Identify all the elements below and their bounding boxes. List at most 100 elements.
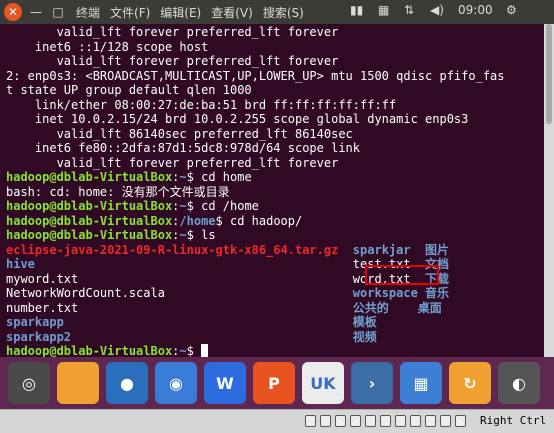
wps-writer-icon[interactable]: W <box>204 362 246 404</box>
scrollbar-thumb[interactable] <box>546 24 552 124</box>
power-gear-icon[interactable]: ⚙ <box>506 3 517 17</box>
network-icon[interactable]: ⇅ <box>404 3 414 17</box>
terminal-line: hadoop@dblab-VirtualBox:~$ cd home <box>6 170 252 185</box>
ubuntu-logo-icon[interactable]: ◎ <box>8 362 50 404</box>
display-icon[interactable] <box>395 415 406 427</box>
terminal-text: $ cd home <box>186 170 252 184</box>
network-adapter-icon[interactable] <box>350 415 361 427</box>
audio-icon[interactable] <box>335 415 346 427</box>
word-txt-highlight-box <box>365 265 439 285</box>
keyboard-icon[interactable]: ▮▮ <box>350 3 363 17</box>
terminal-text: hadoop@dblab-VirtualBox <box>6 228 173 242</box>
terminal-text: hadoop@dblab-VirtualBox <box>6 213 173 228</box>
terminal-line: valid_lft 86140sec preferred_lft 86140se… <box>6 127 353 142</box>
terminal-text: hadoop@dblab-VirtualBox <box>6 170 173 184</box>
mouse-integration-icon[interactable] <box>440 415 451 427</box>
terminal-text: hive <box>6 257 35 271</box>
video-capture-icon[interactable] <box>410 415 421 427</box>
virtualbox-statusbar: Right Ctrl <box>0 409 554 433</box>
menu-view[interactable]: 查看(V) <box>211 4 253 21</box>
input-method-icon[interactable]: ▦ <box>378 3 389 17</box>
chromium-icon[interactable]: ◉ <box>155 362 197 404</box>
volume-icon[interactable]: ◀) <box>430 3 444 17</box>
terminal-text: 图片 <box>425 242 450 257</box>
menu-edit[interactable]: 编辑(E) <box>160 4 201 21</box>
usb-icon[interactable] <box>365 415 376 427</box>
launcher-dock: ◎ ● ◉ W P UK › ▦ ↻ ◐ <box>0 357 554 409</box>
terminal-text: 公共的 <box>352 300 389 315</box>
terminal-line: t state UP group default qlen 1000 <box>6 83 252 98</box>
terminal-line: sparkapp 模板 <box>6 315 377 330</box>
terminal-line: 2: enp0s3: <BROADCAST,MULTICAST,UP,LOWER… <box>6 69 505 84</box>
terminal-text: t state UP group default qlen 1000 <box>6 83 252 97</box>
terminal-line: inet 10.0.2.15/24 brd 10.0.2.255 scope g… <box>6 112 468 127</box>
terminal-scrollbar[interactable] <box>544 24 554 357</box>
terminal-text: sparkapp <box>6 315 64 329</box>
terminal-text: valid_lft forever preferred_lft forever <box>6 155 339 170</box>
update-icon[interactable]: ↻ <box>449 362 491 404</box>
terminal-text: link/ether 08:00:27:de:ba:51 brd ff:ff:f… <box>6 97 397 112</box>
guest-additions-icon[interactable] <box>425 415 436 427</box>
terminal-text: NetworkWordCount.scala <box>6 286 353 300</box>
firefox-icon[interactable]: ● <box>106 362 148 404</box>
terminal-line: inet6 fe80::2dfa:87d1:5dc8:978d/64 scope… <box>6 141 360 156</box>
terminal-line: bash: cd: home: 没有那个文件或目录 <box>6 185 230 200</box>
terminal-text: sparkapp2 <box>6 329 72 344</box>
terminal-line: hadoop@dblab-VirtualBox:/home$ cd hadoop… <box>6 214 302 229</box>
terminal-line: hadoop@dblab-VirtualBox:~$ cd /home <box>6 199 259 214</box>
terminal-text: myword.txt word.txt <box>6 271 426 286</box>
terminal-text: inet6 ::1/128 scope host <box>6 39 209 54</box>
terminal-text: $ cd hadoop/ <box>215 213 303 228</box>
terminal-line: valid_lft forever preferred_lft forever <box>6 155 339 171</box>
window-title: 终端 <box>76 5 101 20</box>
ubuntu-kylin-icon[interactable]: UK <box>302 362 344 404</box>
shared-folder-icon[interactable] <box>380 415 391 427</box>
text-cursor <box>201 344 209 357</box>
terminal-text: ~ <box>179 199 187 213</box>
disk-icon[interactable]: ◐ <box>498 362 540 404</box>
terminal-text: ~ <box>179 170 187 184</box>
terminal-text: /home <box>179 213 216 228</box>
terminal-text: 音乐 <box>425 286 450 300</box>
maximize-icon[interactable]: □ <box>50 5 66 19</box>
terminal-text: inet 10.0.2.15/24 brd 10.0.2.255 scope g… <box>6 112 469 126</box>
terminal-text: ~ <box>179 228 187 242</box>
terminal-line: eclipse-java-2021-09-R-linux-gtk-x86_64.… <box>6 243 449 258</box>
terminal-line: NetworkWordCount.scala workspace 音乐 <box>6 286 449 301</box>
wps-presentation-icon[interactable]: P <box>253 362 295 404</box>
apps-icon[interactable]: ▦ <box>400 362 442 404</box>
terminal-output[interactable]: valid_lft forever preferred_lft forever … <box>0 24 544 358</box>
menu-file[interactable]: 文件(F) <box>110 4 150 21</box>
menu-search[interactable]: 搜索(S) <box>263 4 304 21</box>
terminal-text: inet6 fe80::2dfa:87d1:5dc8:978d/64 scope… <box>6 141 361 155</box>
clock[interactable]: 09:00 <box>458 3 493 17</box>
keyboard-capture-icon[interactable] <box>455 415 466 427</box>
close-icon[interactable]: ✕ <box>4 3 22 21</box>
terminal-text: ~ <box>179 344 187 358</box>
terminal-line: sparkapp2 视频 <box>6 330 377 345</box>
terminal-text: bash: cd: home: 没有那个文件或目录 <box>6 184 230 199</box>
terminal-text: valid_lft forever preferred_lft forever <box>6 25 339 39</box>
minimize-icon[interactable]: — <box>28 5 44 19</box>
terminal-text: $ cd /home <box>186 199 259 213</box>
terminal-text: valid_lft 86140sec preferred_lft 86140se… <box>6 126 353 141</box>
terminal-text: workspace <box>352 286 418 300</box>
terminal-text: eclipse-java-2021-09-R-linux-gtk-x86_64.… <box>6 242 339 257</box>
terminal-icon[interactable]: › <box>351 362 393 404</box>
terminal-text: $ <box>186 344 202 358</box>
top-panel: ✕ — □ 终端 文件(F) 编辑(E) 查看(V) 搜索(S) ▮▮ ▦ ⇅ … <box>0 0 554 24</box>
terminal-text: 2: enp0s3: <BROADCAST,MULTICAST,UP,LOWER… <box>6 68 505 83</box>
optical-drive-icon[interactable] <box>320 415 331 427</box>
files-folder-icon[interactable] <box>57 362 99 404</box>
terminal-line: link/ether 08:00:27:de:ba:51 brd ff:ff:f… <box>6 98 396 113</box>
hard-disk-icon[interactable] <box>305 415 316 427</box>
terminal-text: 模板 <box>352 315 377 329</box>
terminal-text: 桌面 <box>417 300 442 315</box>
terminal-line: valid_lft forever preferred_lft forever <box>6 54 339 69</box>
